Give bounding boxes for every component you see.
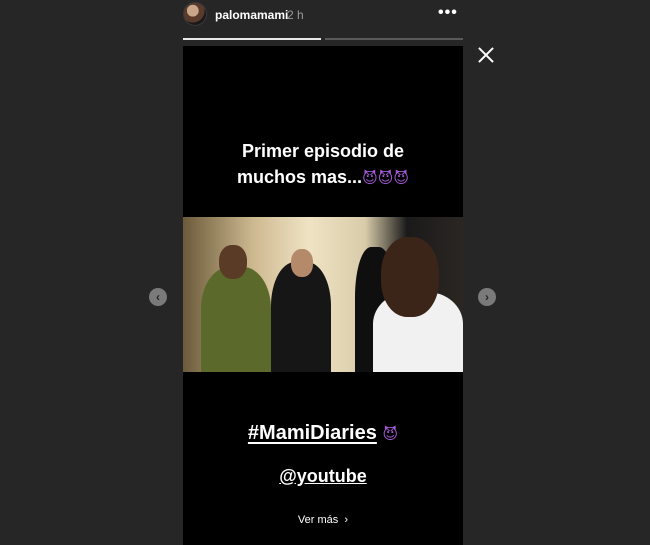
chevron-right-icon[interactable]: › — [478, 288, 496, 306]
mention-sticker[interactable]: @youtube — [183, 466, 463, 487]
username[interactable]: palomamami — [215, 8, 288, 22]
person-head — [381, 237, 439, 317]
post-time: 2 h — [287, 8, 304, 22]
see-more-link[interactable]: Ver más › — [183, 514, 463, 526]
more-options-icon[interactable]: ••• — [438, 4, 458, 22]
person-figure — [271, 262, 331, 372]
see-more-label: Ver más — [297, 514, 339, 526]
story-content[interactable]: Primer episodio de muchos mas...😈😈😈 #Mam… — [183, 46, 463, 545]
devil-emoji-icon: 😈 — [382, 426, 399, 443]
hashtag-sticker[interactable]: #MamiDiaries 😈 — [183, 422, 463, 445]
video-thumbnail[interactable] — [183, 217, 463, 372]
caption-line-2-text: muchos mas... — [237, 167, 363, 187]
caption-line-1: Primer episodio de — [241, 141, 405, 161]
story-header: palomamami 2 h ••• — [183, 0, 463, 30]
person-head — [219, 245, 247, 279]
person-figure — [201, 267, 271, 372]
story-progress-bar — [183, 38, 463, 40]
story-caption: Primer episodio de muchos mas...😈😈😈 — [183, 138, 463, 192]
chevron-left-icon[interactable]: ‹ — [149, 288, 167, 306]
close-icon[interactable] — [476, 45, 496, 65]
avatar[interactable] — [183, 2, 207, 26]
caption-line-2: muchos mas...😈😈😈 — [183, 164, 463, 192]
person-head — [291, 249, 313, 277]
devil-emoji-icon: 😈😈😈 — [362, 170, 409, 187]
progress-segment-1 — [183, 38, 321, 40]
progress-segment-2 — [325, 38, 463, 40]
chevron-right-icon: › — [344, 514, 349, 526]
hashtag-text[interactable]: #MamiDiaries — [248, 422, 377, 444]
